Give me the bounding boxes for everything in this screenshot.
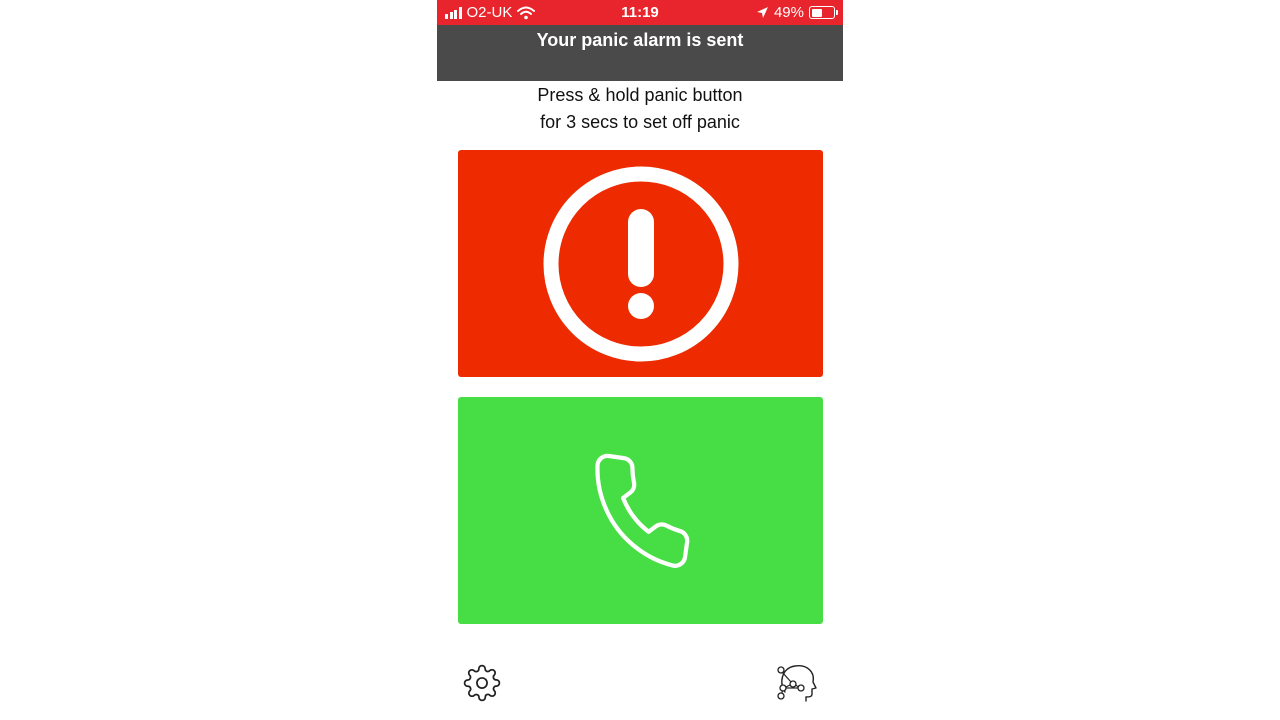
settings-button[interactable]	[463, 664, 501, 702]
location-arrow-icon	[756, 7, 768, 18]
instructions-text: Press & hold panic button for 3 secs to …	[437, 82, 843, 136]
phone-icon	[594, 453, 689, 568]
contacts-button[interactable]	[775, 662, 819, 702]
instructions-line-2: for 3 secs to set off panic	[540, 112, 740, 132]
exclamation-circle-icon	[543, 166, 738, 361]
panic-button[interactable]	[458, 150, 823, 377]
bottom-bar	[437, 660, 843, 704]
call-button[interactable]	[458, 397, 823, 624]
battery-fill	[811, 8, 822, 17]
alarm-sent-banner: Your panic alarm is sent	[437, 25, 843, 81]
battery-percent: 49%	[773, 4, 804, 21]
gear-icon	[463, 664, 501, 702]
battery-icon	[809, 6, 838, 19]
instructions-line-1: Press & hold panic button	[537, 85, 743, 105]
status-right: 49%	[756, 4, 838, 21]
status-bar: O2-UK 11:19 49%	[437, 0, 843, 25]
app-screen: O2-UK 11:19 49% Your panic alarm is sent…	[437, 0, 843, 720]
head-network-icon	[777, 665, 817, 702]
